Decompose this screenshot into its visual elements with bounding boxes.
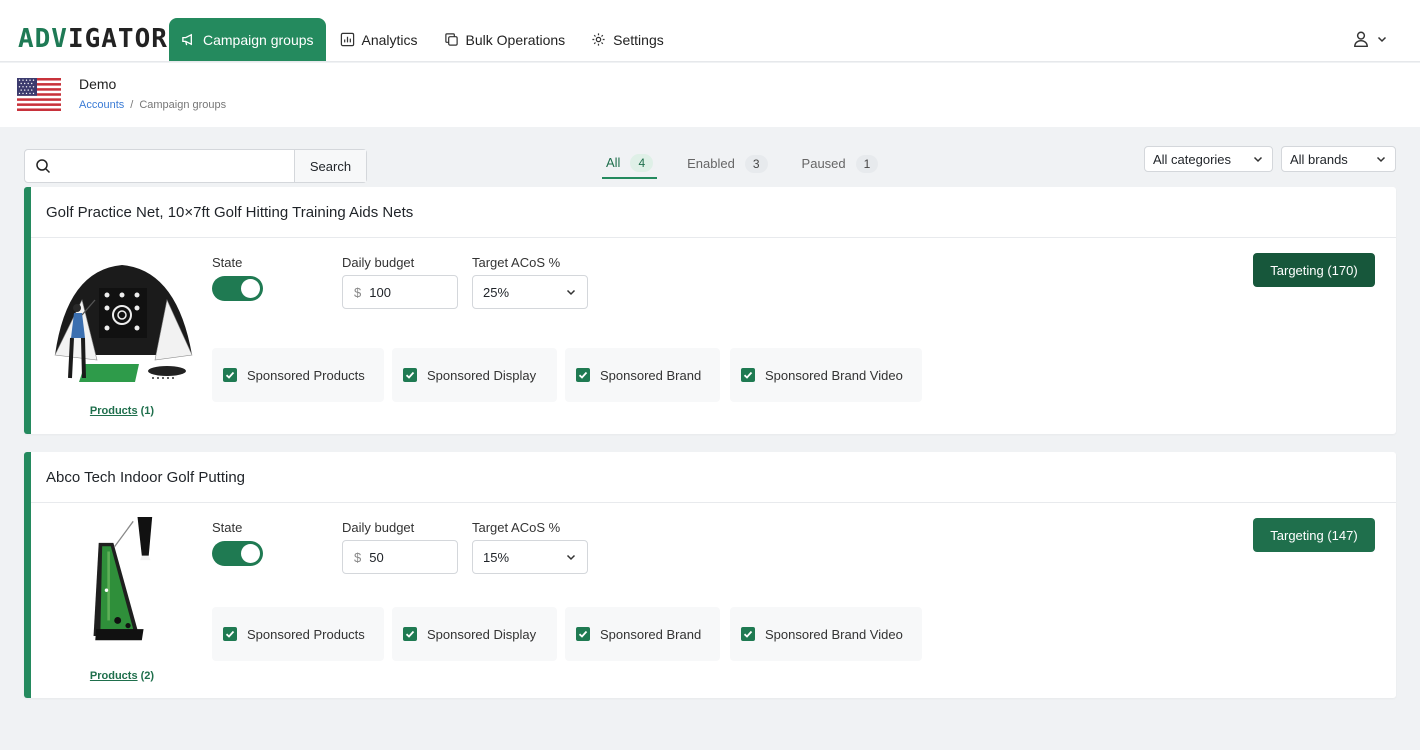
copy-icon (444, 33, 458, 46)
chevron-down-icon (1253, 156, 1263, 163)
sponsored-display-checkbox[interactable]: Sponsored Display (392, 607, 557, 661)
checkmark-icon (576, 627, 590, 641)
sponsored-products-checkbox[interactable]: Sponsored Products (212, 348, 384, 402)
breadcrumb: Accounts / Campaign groups (79, 99, 226, 111)
campaign-title: Golf Practice Net, 10×7ft Golf Hitting T… (31, 187, 1396, 238)
checkmark-icon (741, 368, 755, 382)
sponsored-products-checkbox[interactable]: Sponsored Products (212, 607, 384, 661)
sponsored-brand-video-checkbox[interactable]: Sponsored Brand Video (730, 348, 922, 402)
putting-mat-product-image (93, 517, 153, 641)
target-acos-label: Target ACoS % (472, 255, 561, 270)
daily-budget-input[interactable]: $ 100 (342, 275, 458, 309)
daily-budget-label: Daily budget (342, 255, 415, 270)
sponsored-brand-video-checkbox[interactable]: Sponsored Brand Video (730, 607, 922, 661)
advigator-logo[interactable]: ADVIGATOR (18, 24, 168, 54)
golf-net-product-image (54, 265, 193, 382)
products-link[interactable]: Products (2) (47, 670, 197, 682)
nav-campaign-groups[interactable]: Campaign groups (169, 18, 326, 61)
gear-icon (592, 33, 605, 46)
checkmark-icon (403, 627, 417, 641)
categories-dropdown[interactable]: All categories (1144, 146, 1273, 172)
breadcrumb-current: Campaign groups (139, 99, 227, 111)
search-input[interactable] (61, 150, 294, 182)
count-badge: 3 (744, 154, 768, 173)
megaphone-icon (182, 33, 192, 46)
currency-symbol: $ (354, 284, 362, 300)
sponsored-brand-checkbox[interactable]: Sponsored Brand (565, 348, 720, 402)
campaign-card: Abco Tech Indoor Golf Putting Products (… (24, 452, 1396, 698)
state-toggle[interactable] (212, 276, 263, 301)
checkmark-icon (741, 627, 755, 641)
sponsored-display-checkbox[interactable]: Sponsored Display (392, 348, 557, 402)
chevron-down-icon (566, 554, 576, 561)
tab-enabled[interactable]: Enabled 3 (683, 148, 771, 179)
state-toggle[interactable] (212, 541, 263, 566)
main-nav: Campaign groups Analytics Bulk Operation… (169, 18, 678, 61)
breadcrumb-separator: / (130, 99, 134, 111)
chevron-down-icon (1377, 36, 1387, 43)
checkmark-icon (223, 627, 237, 641)
status-tabs: All 4 Enabled 3 Paused 1 (602, 148, 882, 179)
currency-symbol: $ (354, 549, 362, 565)
target-acos-select[interactable]: 25% (472, 275, 588, 309)
search-icon (25, 150, 61, 182)
tab-paused[interactable]: Paused 1 (798, 148, 883, 179)
products-link[interactable]: Products (1) (47, 405, 197, 417)
state-label: State (212, 520, 243, 535)
account-name: Demo (79, 76, 117, 92)
target-acos-select[interactable]: 15% (472, 540, 588, 574)
nav-analytics[interactable]: Analytics (328, 18, 430, 61)
bar-chart-icon (340, 32, 354, 47)
brands-dropdown[interactable]: All brands (1281, 146, 1396, 172)
user-menu[interactable] (1352, 30, 1388, 48)
checkmark-icon (403, 368, 417, 382)
tab-all[interactable]: All 4 (602, 148, 658, 179)
account-header: Demo Accounts / Campaign groups (0, 63, 1420, 127)
checkmark-icon (223, 368, 237, 382)
count-badge: 4 (630, 153, 654, 172)
chevron-down-icon (1376, 156, 1386, 163)
targeting-button[interactable]: Targeting (147) (1253, 518, 1375, 552)
breadcrumb-accounts[interactable]: Accounts (79, 99, 124, 111)
top-navigation-bar: ADVIGATOR Campaign groups Analytics Bulk… (0, 0, 1420, 62)
target-acos-label: Target ACoS % (472, 520, 561, 535)
campaign-card: Golf Practice Net, 10×7ft Golf Hitting T… (24, 187, 1396, 434)
checkmark-icon (576, 368, 590, 382)
campaign-title: Abco Tech Indoor Golf Putting (31, 452, 1396, 503)
state-label: State (212, 255, 243, 270)
us-flag-icon (17, 78, 61, 111)
daily-budget-label: Daily budget (342, 520, 415, 535)
nav-bulk-operations[interactable]: Bulk Operations (432, 18, 578, 61)
search-box: Search (24, 149, 367, 183)
sponsored-brand-checkbox[interactable]: Sponsored Brand (565, 607, 720, 661)
search-button[interactable]: Search (294, 150, 366, 182)
toggle-knob (241, 544, 260, 563)
chevron-down-icon (566, 289, 576, 296)
nav-settings[interactable]: Settings (579, 18, 676, 61)
targeting-button[interactable]: Targeting (170) (1253, 253, 1375, 287)
toggle-knob (241, 279, 260, 298)
user-icon (1354, 31, 1368, 48)
daily-budget-input[interactable]: $ 50 (342, 540, 458, 574)
count-badge: 1 (855, 154, 879, 173)
